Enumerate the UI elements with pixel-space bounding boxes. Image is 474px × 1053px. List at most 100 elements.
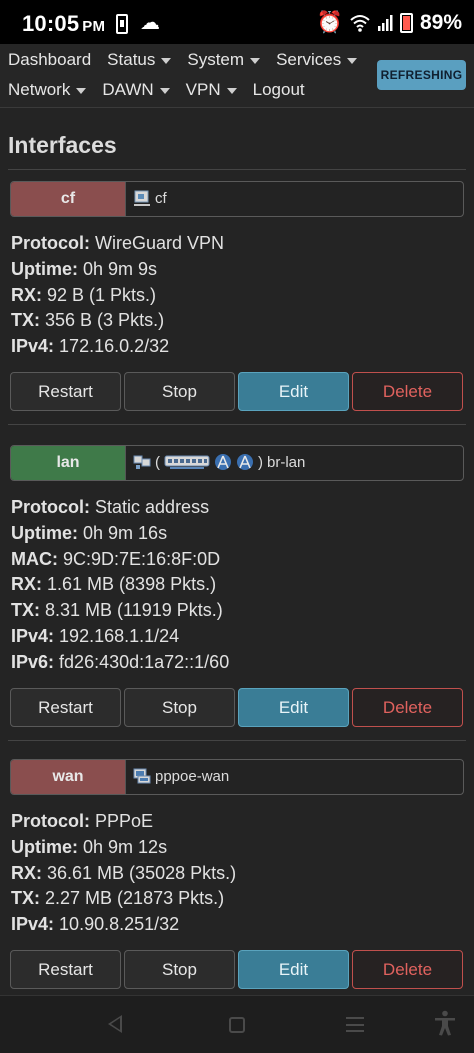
detail-value: Static address [95, 497, 210, 517]
restart-button[interactable]: Restart [10, 950, 121, 989]
detail-row: IPv4: 192.168.1.1/24 [11, 624, 229, 650]
detail-row: IPv4: 172.16.0.2/32 [11, 334, 224, 360]
interface-details: Protocol: PPPoE Uptime: 0h 9m 12s RX: 36.6… [11, 809, 236, 938]
detail-key: RX: [11, 574, 42, 595]
detail-key: TX: [11, 888, 40, 909]
detail-key: IPv4: [11, 336, 55, 357]
cloud-icon: ☁ [140, 12, 160, 34]
edit-button[interactable]: Edit [238, 372, 349, 411]
interface-name-badge: lan [11, 446, 125, 480]
stop-button[interactable]: Stop [124, 688, 235, 727]
detail-key: Protocol: [11, 233, 90, 253]
nav-vpn[interactable]: VPN [186, 80, 237, 100]
detail-value: 10.90.8.251/32 [59, 914, 180, 935]
alarm-icon: ⏰ [316, 11, 343, 34]
detail-value: 356 B (3 Pkts.) [45, 310, 165, 331]
interface-details: Protocol: WireGuard VPN Uptime: 0h 9m 9s R… [11, 231, 224, 360]
divider [125, 446, 126, 480]
detail-key: Uptime: [11, 522, 78, 543]
ppp-interface-icon [133, 768, 151, 784]
detail-key: MAC: [11, 548, 58, 569]
detail-key: IPv4: [11, 914, 55, 935]
edit-button[interactable]: Edit [238, 688, 349, 727]
battery-percent: 89% [419, 11, 462, 34]
recent-apps-icon[interactable] [346, 1017, 364, 1032]
restart-button[interactable]: Restart [10, 688, 121, 727]
detail-row: TX: 356 B (3 Pkts.) [11, 308, 224, 334]
detail-row: Protocol: PPPoE [11, 809, 236, 835]
nav-label: Status [107, 50, 156, 69]
device-info: pppoe-wan [133, 767, 229, 785]
nav-logout[interactable]: Logout [253, 80, 305, 100]
delete-button[interactable]: Delete [352, 950, 463, 989]
paren-open: ( [155, 453, 160, 471]
detail-value: 0h 9m 12s [83, 836, 168, 857]
detail-key: Uptime: [11, 258, 78, 279]
back-icon[interactable] [108, 1015, 122, 1033]
detail-value: 92 B (1 Pkts.) [47, 284, 157, 305]
detail-row: Protocol: WireGuard VPN [11, 231, 224, 257]
detail-value: 8.31 MB (11919 Pkts.) [45, 600, 223, 621]
detail-row: Uptime: 0h 9m 16s [11, 521, 229, 547]
chevron-down-icon [76, 87, 87, 94]
detail-value: 36.61 MB (35028 Pkts.) [47, 862, 237, 883]
paren-close: ) [258, 453, 263, 471]
nav-row-1: Dashboard Status System Services [8, 50, 358, 70]
detail-row: MAC: 9C:9D:7E:16:8F:0D [11, 547, 229, 573]
nav-status[interactable]: Status [107, 50, 172, 70]
stop-button[interactable]: Stop [124, 372, 235, 411]
nav-label: Network [8, 80, 71, 99]
restart-button[interactable]: Restart [10, 372, 121, 411]
device-name: pppoe-wan [155, 767, 230, 785]
signal-icon [377, 15, 393, 31]
delete-button[interactable]: Delete [352, 372, 463, 411]
delete-button[interactable]: Delete [352, 688, 463, 727]
divider [8, 424, 466, 425]
detail-row: RX: 92 B (1 Pkts.) [11, 283, 224, 309]
nav-dashboard[interactable]: Dashboard [8, 50, 91, 70]
interface-actions: Restart Stop Edit Delete [10, 372, 463, 411]
interface-header: lan () br-lan [10, 445, 464, 481]
chevron-down-icon [250, 57, 261, 64]
interface-actions: Restart Stop Edit Delete [10, 688, 463, 727]
detail-row: Uptime: 0h 9m 9s [11, 257, 224, 283]
divider [8, 740, 466, 741]
nav-system[interactable]: System [187, 50, 261, 70]
interface-name-badge: wan [11, 760, 125, 794]
device-info: cf [133, 189, 167, 207]
bridge-icon [133, 455, 151, 469]
accessibility-icon[interactable] [433, 1010, 457, 1036]
divider [8, 169, 466, 170]
interface-details: Protocol: Static address Uptime: 0h 9m 16… [11, 495, 229, 676]
home-icon[interactable] [229, 1017, 245, 1033]
detail-value: WireGuard VPN [95, 233, 225, 253]
vpn-interface-icon [134, 190, 150, 206]
nav-label: Services [276, 50, 342, 69]
detail-value: fd26:430d:1a72::1/60 [59, 651, 230, 672]
nav-row-2: Network DAWN VPN Logout [8, 80, 305, 100]
detail-key: RX: [11, 284, 42, 305]
wireless-icon [237, 454, 253, 470]
stop-button[interactable]: Stop [124, 950, 235, 989]
detail-value: 0h 9m 16s [83, 522, 168, 543]
detail-key: TX: [11, 310, 40, 331]
detail-row: RX: 1.61 MB (8398 Pkts.) [11, 572, 229, 598]
switch-icon [164, 455, 210, 469]
interface-header: wan pppoe-wan [10, 759, 464, 795]
top-nav: Dashboard Status System Services Network DAW… [0, 44, 474, 108]
interface-header: cf cf [10, 181, 464, 217]
detail-key: Protocol: [11, 811, 90, 831]
detail-value: 2.27 MB (21873 Pkts.) [45, 888, 225, 909]
device-name: br-lan [267, 453, 306, 471]
edit-button[interactable]: Edit [238, 950, 349, 989]
nav-label: DAWN [102, 80, 154, 99]
nav-network[interactable]: Network [8, 80, 87, 100]
divider [125, 182, 126, 216]
detail-value: 172.16.0.2/32 [59, 336, 170, 357]
nav-services[interactable]: Services [276, 50, 358, 70]
refreshing-button[interactable]: REFRESHING [377, 60, 466, 90]
detail-row: RX: 36.61 MB (35028 Pkts.) [11, 861, 236, 887]
nav-dawn[interactable]: DAWN [102, 80, 170, 100]
detail-key: RX: [11, 862, 42, 883]
nav-label: VPN [185, 80, 221, 99]
